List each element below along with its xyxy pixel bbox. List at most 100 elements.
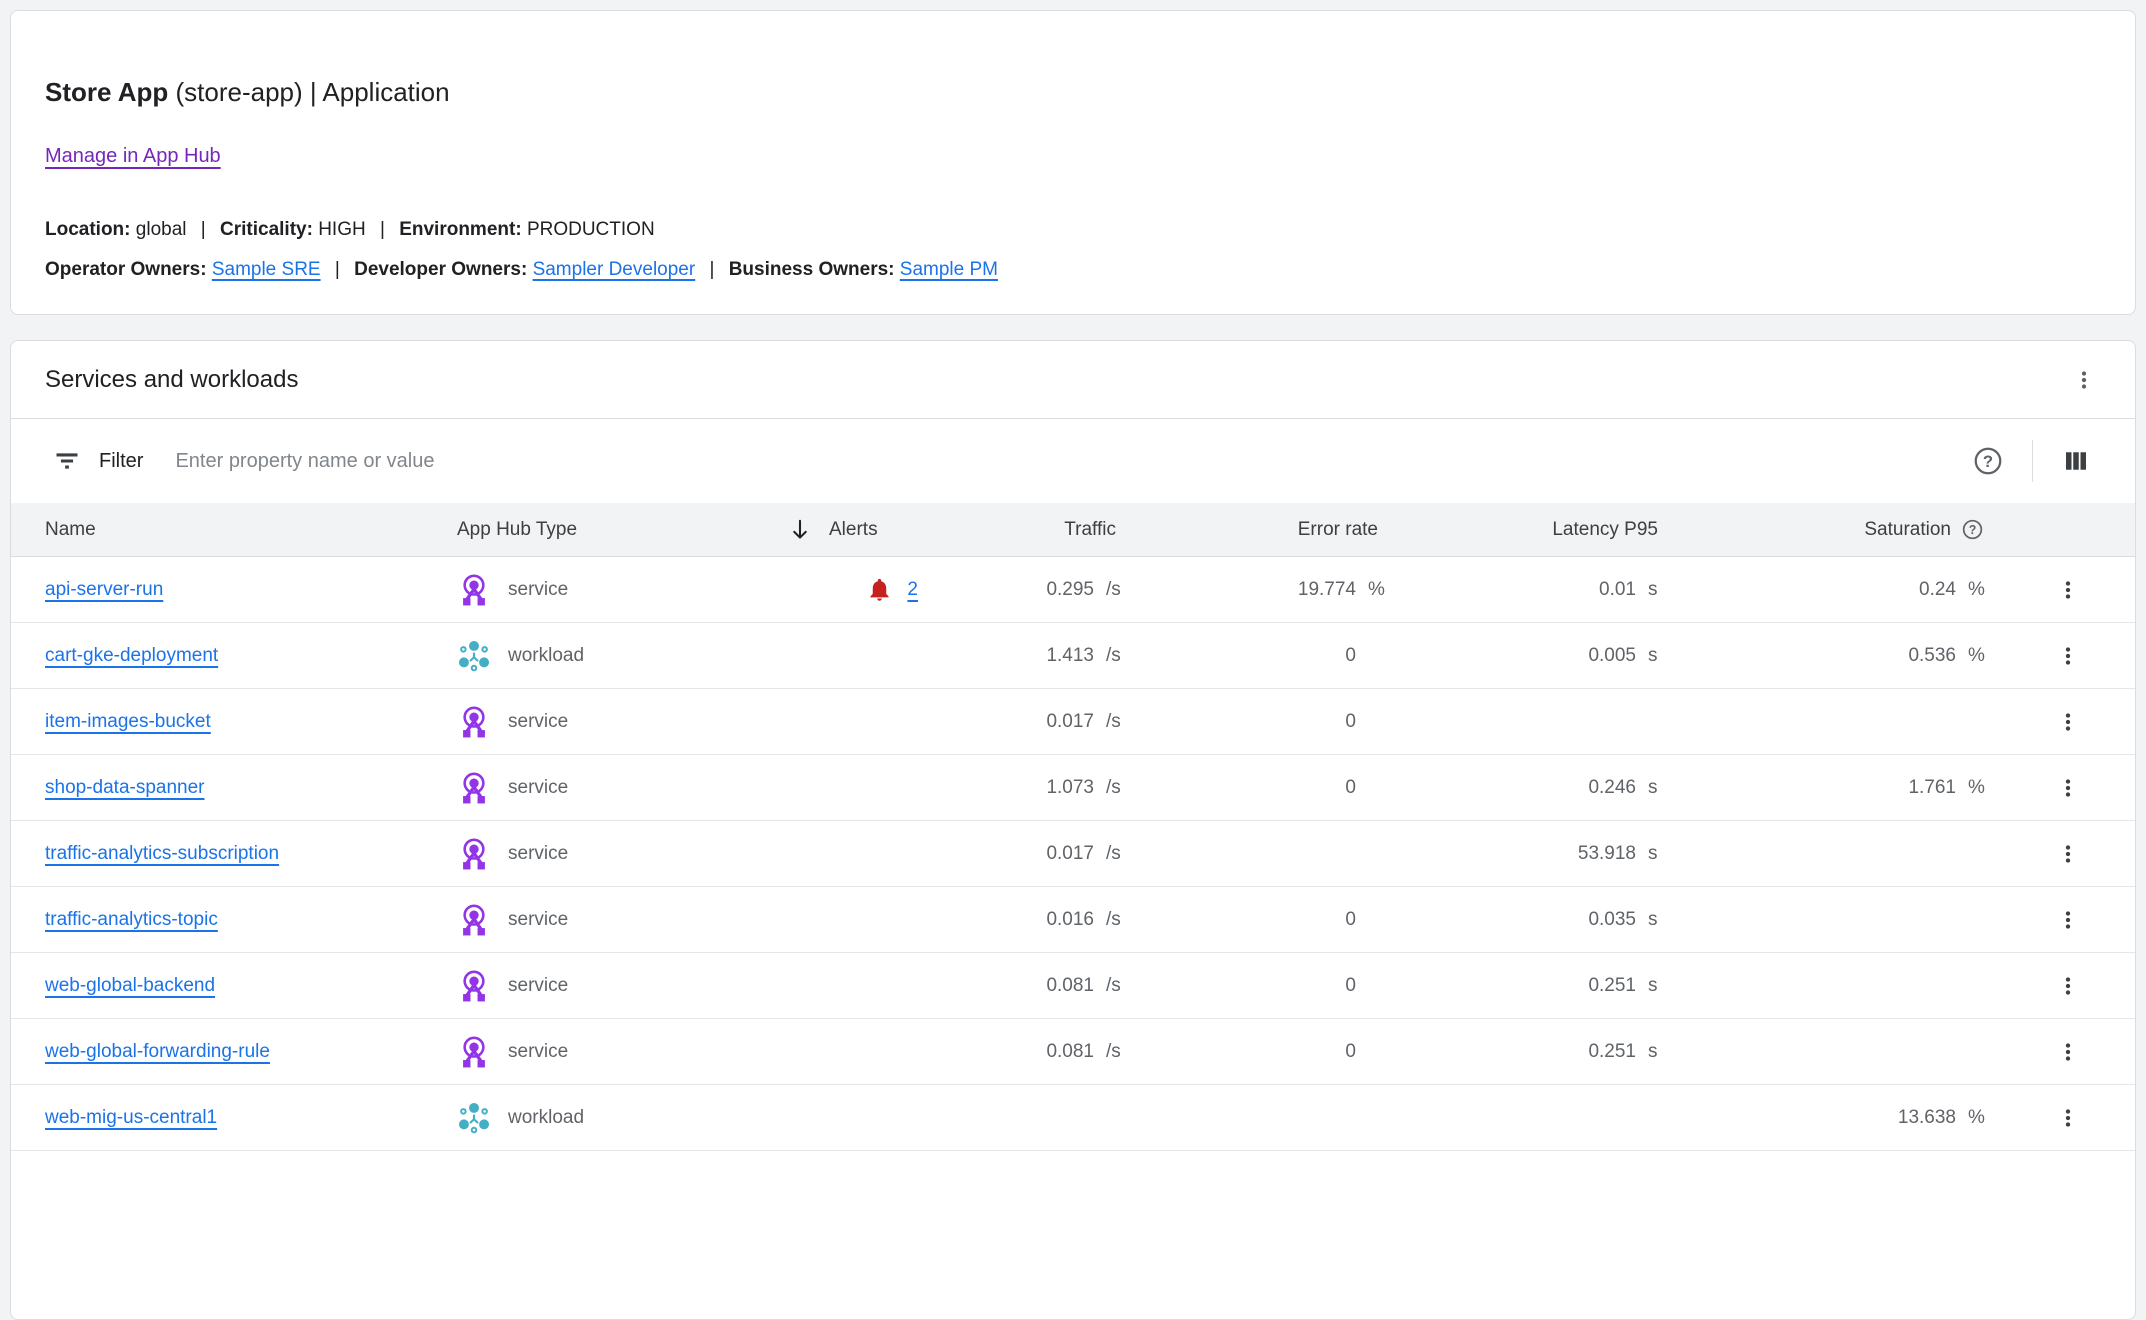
alert-count-link[interactable]: 2: [907, 579, 918, 601]
column-header-app-hub-type[interactable]: App Hub Type: [457, 503, 787, 556]
operator-owner-link[interactable]: Sample SRE: [212, 259, 321, 280]
separator: |: [709, 259, 714, 280]
app-hub-type-icon: [457, 705, 491, 739]
saturation-unit: %: [1956, 1107, 2000, 1129]
table-row: traffic-analytics-subscription: [11, 821, 2135, 887]
traffic-unit: /s: [1094, 645, 1138, 667]
saturation-value: 0.24: [1680, 579, 1956, 601]
services-card: Services and workloads Filter ? Name App…: [10, 340, 2136, 1320]
row-more-vert-icon[interactable]: [2055, 907, 2081, 933]
app-hub-type-label: workload: [508, 1107, 584, 1129]
alert-group: 2: [866, 576, 918, 603]
developer-owners-label: Developer Owners:: [354, 259, 527, 280]
filter-bar: Filter ?: [11, 419, 2135, 503]
services-table: Name App Hub Type Alerts Traffic Error r…: [11, 503, 2135, 1151]
location-label: Location:: [45, 219, 131, 240]
column-header-actions: [2000, 503, 2135, 556]
developer-owner-link[interactable]: Sampler Developer: [533, 259, 696, 280]
resource-name-link[interactable]: api-server-run: [45, 579, 163, 601]
column-header-alerts[interactable]: Alerts: [787, 503, 973, 556]
resource-name-link[interactable]: shop-data-spanner: [45, 777, 205, 799]
app-hub-type-icon: [457, 837, 491, 871]
resource-name-link[interactable]: web-global-forwarding-rule: [45, 1041, 270, 1063]
traffic-unit: /s: [1094, 579, 1138, 601]
row-more-vert-icon[interactable]: [2055, 709, 2081, 735]
latency-p95-value: 0.01: [1400, 579, 1636, 601]
column-header-saturation[interactable]: Saturation ?: [1680, 503, 2000, 556]
latency-p95-value: 53.918: [1400, 843, 1636, 865]
resource-name-link[interactable]: cart-gke-deployment: [45, 645, 218, 667]
app-hub-type-label: service: [508, 843, 568, 865]
table-body: api-server-run: [11, 557, 2135, 1151]
row-more-vert-icon[interactable]: [2055, 775, 2081, 801]
traffic-unit: /s: [1094, 777, 1138, 799]
filter-label: Filter: [99, 450, 143, 473]
resource-name-link[interactable]: traffic-analytics-subscription: [45, 843, 279, 865]
separator: |: [335, 259, 340, 280]
app-hub-type-icon: [457, 573, 491, 607]
column-header-traffic[interactable]: Traffic: [973, 503, 1138, 556]
row-more-vert-icon[interactable]: [2055, 577, 2081, 603]
app-info-card: Store App (store-app) | Application Mana…: [10, 10, 2136, 315]
latency-p95-value: 0.246: [1400, 777, 1636, 799]
business-owner-link[interactable]: Sample PM: [900, 259, 998, 280]
traffic-unit: /s: [1094, 975, 1138, 997]
row-more-vert-icon[interactable]: [2055, 643, 2081, 669]
app-hub-type-label: service: [508, 909, 568, 931]
latency-p95-unit: s: [1636, 777, 1680, 799]
criticality-value: HIGH: [318, 219, 366, 240]
app-hub-type-icon: [457, 1101, 491, 1135]
criticality-label: Criticality:: [220, 219, 313, 240]
saturation-unit: %: [1956, 645, 2000, 667]
help-icon[interactable]: ?: [1972, 445, 2004, 477]
saturation-unit: %: [1956, 579, 2000, 601]
row-more-vert-icon[interactable]: [2055, 841, 2081, 867]
resource-name-link[interactable]: traffic-analytics-topic: [45, 909, 218, 931]
app-hub-type-icon: [457, 903, 491, 937]
alert-bell-icon: [866, 576, 893, 603]
services-card-header: Services and workloads: [11, 341, 2135, 419]
latency-p95-value: 0.251: [1400, 975, 1636, 997]
more-vert-icon[interactable]: [2071, 367, 2097, 393]
resource-name-link[interactable]: web-mig-us-central1: [45, 1107, 217, 1129]
saturation-value: 1.761: [1680, 777, 1956, 799]
app-title-suffix: (store-app) | Application: [168, 77, 449, 107]
app-hub-type-label: service: [508, 711, 568, 733]
app-hub-type-label: service: [508, 579, 568, 601]
row-more-vert-icon[interactable]: [2055, 1039, 2081, 1065]
filter-input[interactable]: [175, 450, 1972, 473]
traffic-value: 1.413: [973, 645, 1094, 667]
separator: |: [201, 219, 206, 240]
environment-value: PRODUCTION: [527, 219, 655, 240]
app-hub-type-label: workload: [508, 645, 584, 667]
column-display-options-icon[interactable]: [2061, 446, 2091, 476]
app-hub-type-icon: [457, 969, 491, 1003]
row-more-vert-icon[interactable]: [2055, 1105, 2081, 1131]
help-icon[interactable]: ?: [1961, 518, 1984, 541]
latency-p95-value: 0.251: [1400, 1041, 1636, 1063]
app-hub-type-icon: [457, 1035, 491, 1069]
table-row: item-images-bucket: [11, 689, 2135, 755]
error-rate-value: 0: [1138, 777, 1356, 799]
latency-p95-unit: s: [1636, 843, 1680, 865]
resource-name-link[interactable]: item-images-bucket: [45, 711, 211, 733]
traffic-value: 0.081: [973, 1041, 1094, 1063]
app-hub-type-label: service: [508, 975, 568, 997]
app-hub-type-icon: [457, 771, 491, 805]
app-hub-type-label: service: [508, 777, 568, 799]
column-header-latency-p95[interactable]: Latency P95: [1400, 503, 1680, 556]
traffic-unit: /s: [1094, 1041, 1138, 1063]
latency-p95-unit: s: [1636, 645, 1680, 667]
traffic-value: 0.295: [973, 579, 1094, 601]
app-owners-line: Operator Owners: Sample SRE | Developer …: [45, 250, 2101, 290]
latency-p95-unit: s: [1636, 909, 1680, 931]
table-row: cart-gke-deployment: [11, 623, 2135, 689]
row-more-vert-icon[interactable]: [2055, 973, 2081, 999]
app-hub-type-icon: [457, 639, 491, 673]
sort-descending-arrow-icon: [787, 517, 813, 543]
manage-in-app-hub-link[interactable]: Manage in App Hub: [45, 145, 221, 168]
error-rate-unit: %: [1356, 579, 1400, 601]
column-header-error-rate[interactable]: Error rate: [1138, 503, 1400, 556]
column-header-name[interactable]: Name: [11, 503, 457, 556]
resource-name-link[interactable]: web-global-backend: [45, 975, 215, 997]
